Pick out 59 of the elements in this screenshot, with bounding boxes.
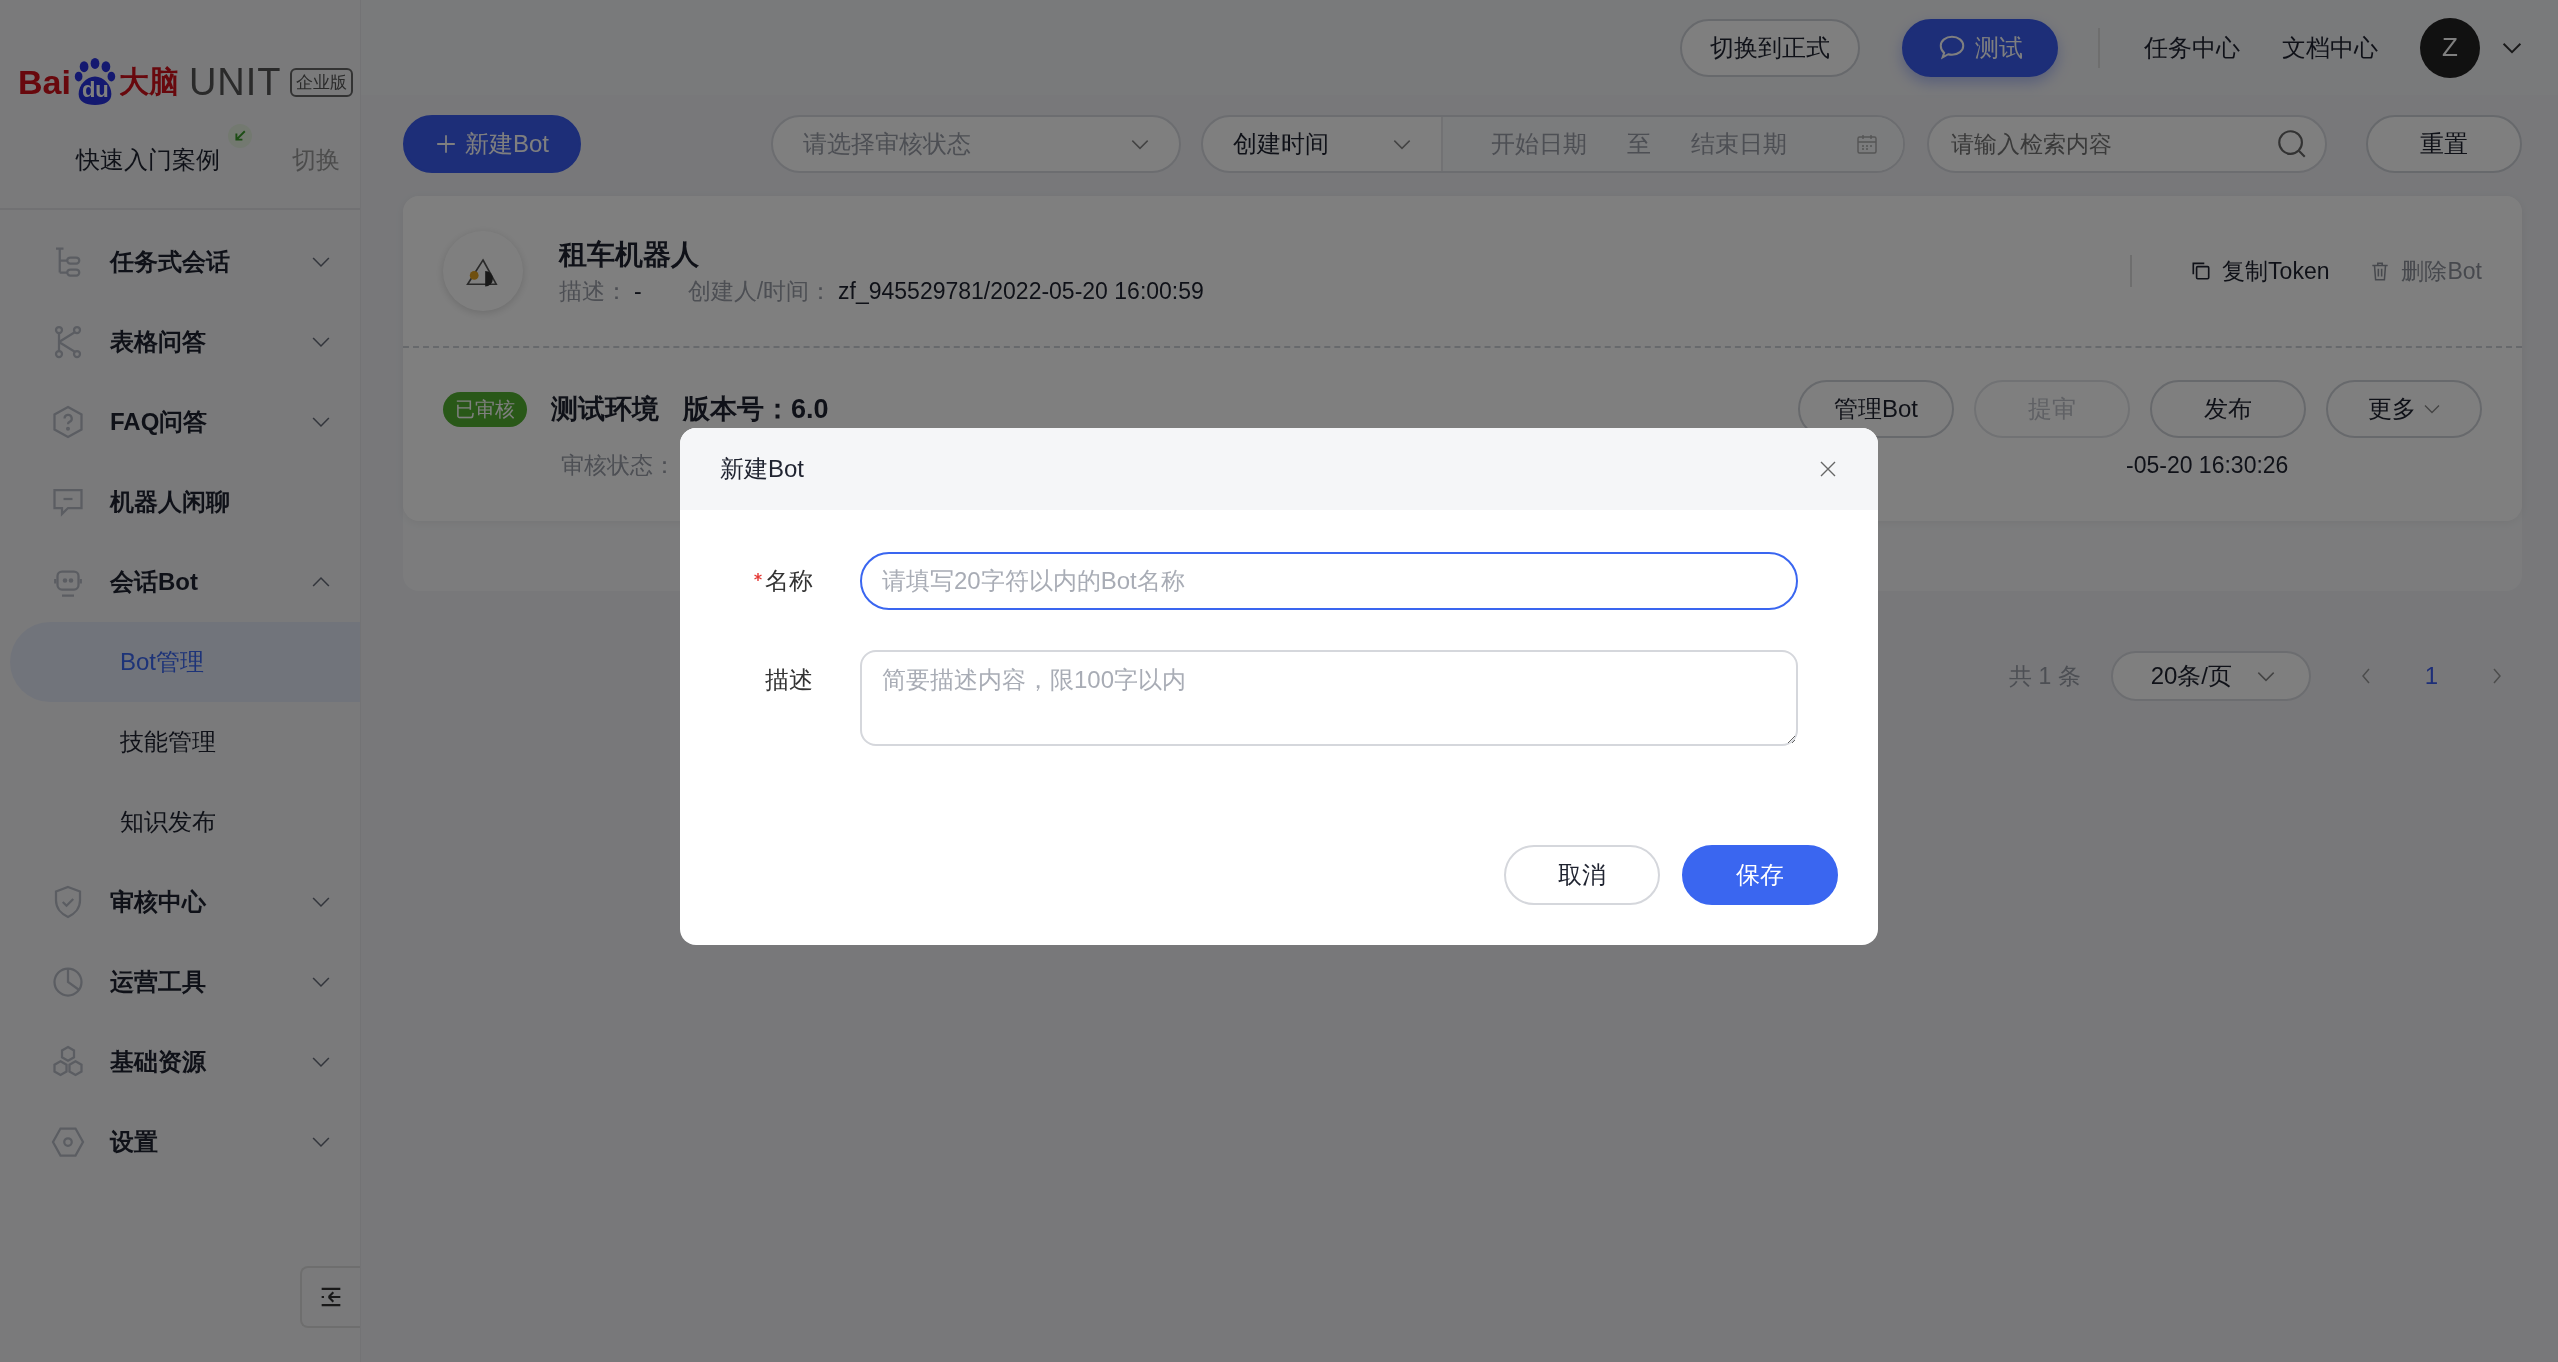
- sidebar-item[interactable]: 任务式会话: [0, 222, 360, 302]
- version-value: 6.0: [791, 393, 829, 425]
- sidebar-item[interactable]: 会话Bot: [0, 542, 360, 622]
- publish-time: -05-20 16:30:26: [2126, 451, 2289, 479]
- bot-name: 租车机器人: [559, 237, 700, 272]
- action-button[interactable]: 发布: [2150, 380, 2306, 438]
- sidebar-item[interactable]: 表格问答: [0, 302, 360, 382]
- sidebar-subitem[interactable]: 技能管理: [10, 702, 360, 782]
- avatar[interactable]: Z: [2420, 17, 2480, 78]
- action-button[interactable]: 管理Bot: [1798, 380, 1954, 438]
- plus-icon: [435, 133, 457, 155]
- nav-link[interactable]: 任务中心: [2144, 31, 2240, 64]
- edition-badge: 企业版: [289, 67, 353, 97]
- chevron-icon: [1131, 138, 1150, 150]
- nav-link[interactable]: 文档中心: [2282, 31, 2378, 64]
- name-input[interactable]: 请填写20字符以内的Bot名称: [860, 552, 1798, 610]
- sidebar-item[interactable]: FAQ问答: [0, 382, 360, 462]
- switch-button[interactable]: 切换到正式: [1680, 18, 1860, 77]
- reset-button[interactable]: 重置: [2366, 115, 2522, 173]
- new-bot-button[interactable]: 新建Bot: [403, 115, 582, 173]
- sidebar-subitem[interactable]: Bot管理: [10, 622, 360, 702]
- chevron-icon: [2256, 670, 2275, 682]
- chevron-icon: [2424, 404, 2440, 414]
- status-tag: 已审核: [443, 391, 527, 427]
- sidebar-subitem[interactable]: 知识发布: [10, 782, 360, 862]
- logo-du: du: [81, 78, 109, 102]
- logo-product: UNIT: [188, 60, 282, 104]
- desc-value: -: [634, 277, 642, 305]
- quick-start-link[interactable]: 快速入门案例: [76, 144, 220, 176]
- paw-icon: [72, 58, 117, 106]
- creator-value: zf_945529781/2022-05-20 16:00:59: [838, 277, 1204, 305]
- sidebar-item[interactable]: 审核中心: [0, 862, 360, 942]
- close-icon[interactable]: [1818, 459, 1838, 479]
- cancel-button[interactable]: 取消: [1504, 845, 1660, 905]
- logo-brand: Bai: [18, 62, 71, 102]
- sidebar-item[interactable]: 运营工具: [0, 942, 360, 1022]
- pie-chart-icon: [50, 964, 86, 1000]
- copy-link[interactable]: 复制Token: [2190, 255, 2330, 287]
- page-size-select[interactable]: 20条/页: [2110, 651, 2311, 701]
- copy-icon: [2190, 260, 2213, 282]
- more-button[interactable]: 更多: [2326, 380, 2482, 438]
- test-button[interactable]: 测试: [1902, 18, 2058, 77]
- logo-brand-cn: 大脑: [118, 63, 179, 100]
- field-label: 描述: [765, 665, 813, 695]
- sidebar-item[interactable]: 机器人闲聊: [0, 462, 360, 542]
- sidebar-item[interactable]: 基础资源: [0, 1022, 360, 1102]
- dialog-title: 新建Bot: [720, 454, 805, 484]
- caret-icon[interactable]: [2502, 41, 2522, 54]
- collapse-button[interactable]: [300, 1266, 360, 1328]
- field-label: 名称: [765, 566, 813, 596]
- search-field[interactable]: 请输入检索内容: [1927, 115, 2328, 173]
- page-number[interactable]: 1: [2424, 662, 2438, 690]
- hexagon-icon: [50, 1124, 86, 1160]
- version-label: 版本号：: [683, 393, 791, 426]
- env-name: 测试环境: [551, 393, 659, 426]
- question-icon: [50, 404, 86, 440]
- description-input[interactable]: 简要描述内容，限100字以内: [860, 650, 1798, 746]
- sidebar-item[interactable]: 设置: [0, 1102, 360, 1182]
- save-button[interactable]: 保存: [1682, 845, 1838, 905]
